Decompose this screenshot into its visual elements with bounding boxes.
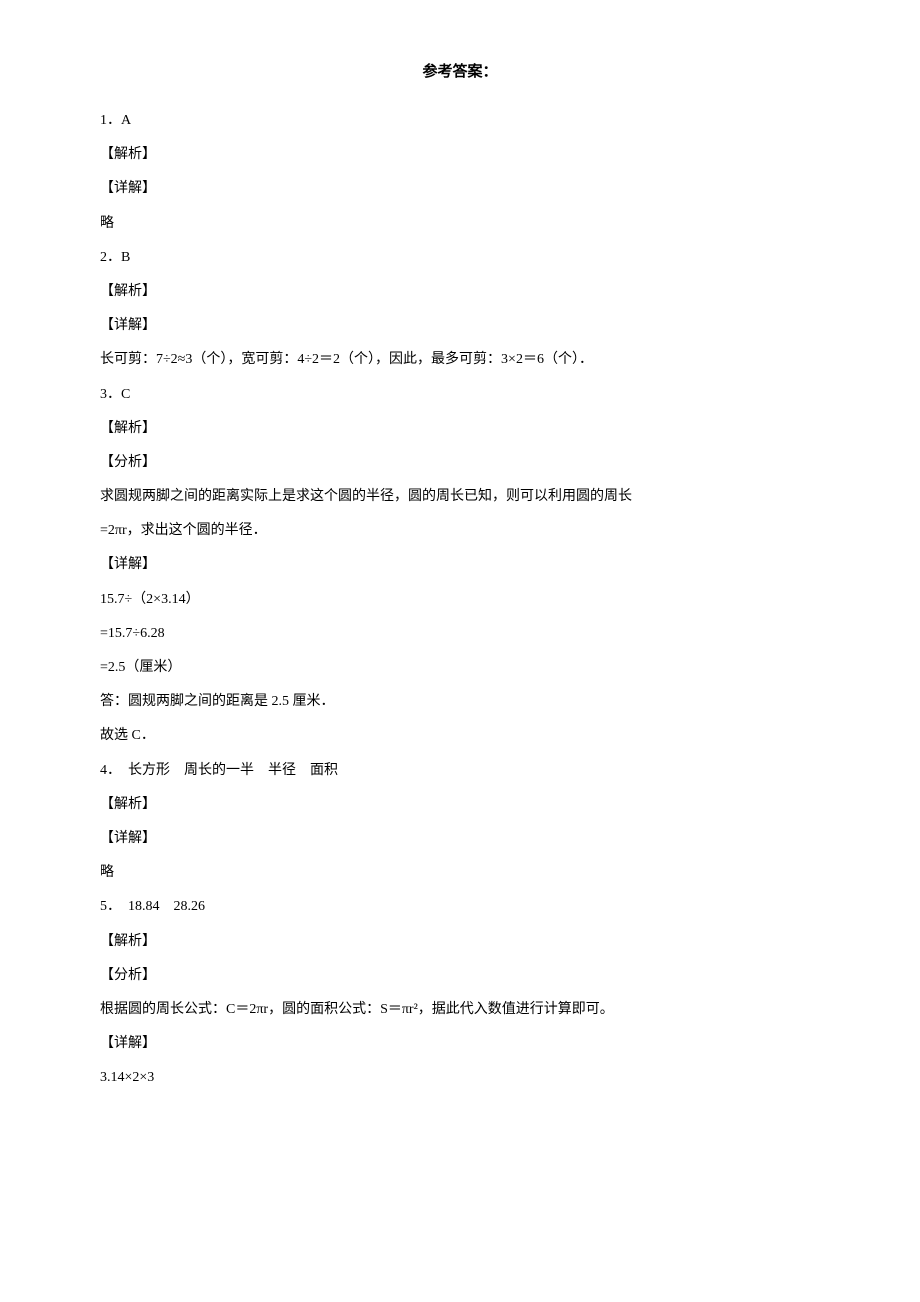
text-line: 【分析】 [100,960,820,992]
text-line: 略 [100,208,820,240]
text-line: 答：圆规两脚之间的距离是 2.5 厘米． [100,686,820,718]
text-line: 3.14×2×3 [100,1062,820,1094]
page-title: 参考答案： [100,60,820,81]
text-line: 3．C [100,379,820,411]
text-line: 长可剪：7÷2≈3（个），宽可剪：4÷2＝2（个），因此，最多可剪：3×2＝6（… [100,344,820,376]
text-line: 故选 C． [100,720,820,752]
text-line: 【详解】 [100,1028,820,1060]
text-line: 【分析】 [100,447,820,479]
text-line: =2.5（厘米） [100,652,820,684]
text-line: 1．A [100,105,820,137]
text-line: 【详解】 [100,310,820,342]
text-line: 4． 长方形 周长的一半 半径 面积 [100,755,820,787]
text-line: 2．B [100,242,820,274]
text-line: =2πr，求出这个圆的半径． [100,515,820,547]
text-line: 【解析】 [100,926,820,958]
text-line: 【解析】 [100,413,820,445]
text-line: 【详解】 [100,173,820,205]
text-line: 根据圆的周长公式：C＝2πr，圆的面积公式：S＝πr²，据此代入数值进行计算即可… [100,994,820,1026]
text-line: 【解析】 [100,139,820,171]
text-line: 【解析】 [100,276,820,308]
text-line: =15.7÷6.28 [100,618,820,650]
text-line: 【详解】 [100,549,820,581]
text-line: 略 [100,857,820,889]
text-line: 15.7÷（2×3.14） [100,584,820,616]
text-line: 【解析】 [100,789,820,821]
text-line: 【详解】 [100,823,820,855]
text-line: 求圆规两脚之间的距离实际上是求这个圆的半径，圆的周长已知，则可以利用圆的周长 [100,481,820,513]
text-line: 5． 18.84 28.26 [100,891,820,923]
